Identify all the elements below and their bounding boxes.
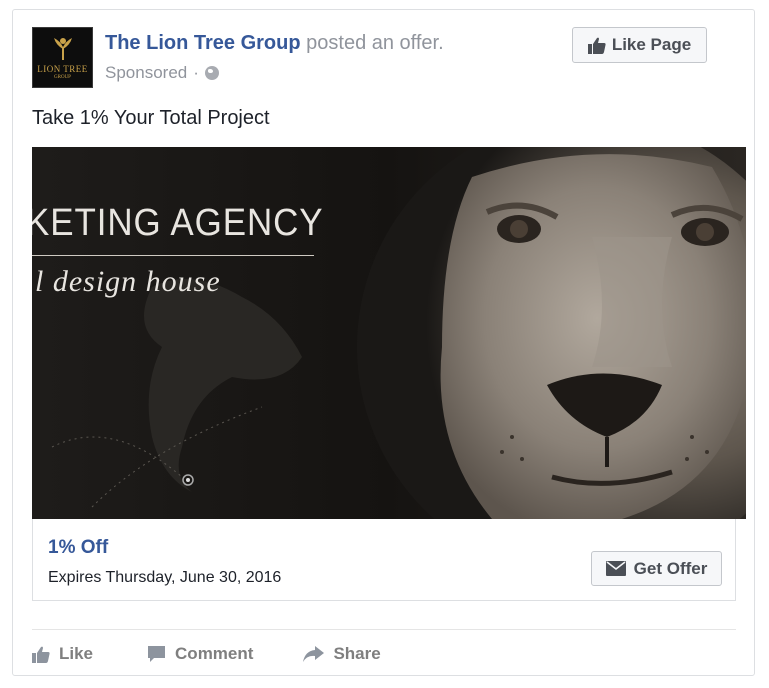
share-arrow-icon [303,646,325,662]
sponsored-post-card: LION TREE GROUP The Lion Tree Group post… [12,9,755,676]
offer-panel: 1% Off Expires Thursday, June 30, 2016 G… [32,519,736,601]
share-label: Share [333,644,381,663]
share-action[interactable]: Share [303,644,381,664]
envelope-icon [605,561,626,576]
comment-icon [148,646,166,662]
actions-divider [32,629,736,630]
page-avatar[interactable]: LION TREE GROUP [32,27,93,88]
logo-subtext: GROUP [54,75,71,80]
post-body-text: Take 1% Your Total Project [32,107,270,129]
like-label: Like [59,644,94,663]
hero-headline: KETING AGENCY [32,202,324,244]
offer-expiration: Expires Thursday, June 30, 2016 [48,569,282,586]
comment-label: Comment [175,644,254,663]
hero-subline: l design house [35,265,221,298]
post-actions: Like Comment Share [32,642,431,666]
post-meta: Sponsored · [105,63,219,83]
post-header: The Lion Tree Group posted an offer. [105,32,444,55]
like-page-button[interactable]: Like Page [572,27,707,63]
thumbs-up-icon [587,37,606,54]
like-action[interactable]: Like [32,644,93,664]
hero-divider [32,255,314,256]
post-action-text: posted an offer. [306,32,444,54]
globe-icon[interactable] [204,66,219,80]
sponsored-label[interactable]: Sponsored [105,63,187,83]
logo-text: LION TREE [37,64,88,74]
get-offer-label: Get Offer [633,558,708,578]
meta-separator: · [193,63,199,82]
page-name-link[interactable]: The Lion Tree Group [105,32,301,54]
get-offer-button[interactable]: Get Offer [591,551,722,586]
comment-action[interactable]: Comment [147,644,253,664]
lion-tree-logo-icon [53,38,72,60]
thumbs-up-icon [32,646,50,663]
offer-title[interactable]: 1% Off [48,537,108,559]
ad-image[interactable]: KETING AGENCY l design house [32,147,746,519]
like-page-label: Like Page [611,35,692,54]
